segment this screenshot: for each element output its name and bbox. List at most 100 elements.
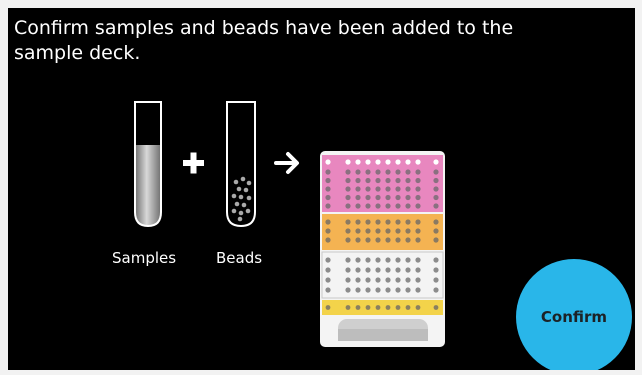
deck-well <box>433 159 439 165</box>
deck-well <box>433 305 439 310</box>
deck-well <box>355 219 361 225</box>
deck-well <box>325 237 331 243</box>
deck-well <box>385 203 391 209</box>
deck-well <box>395 257 401 263</box>
deck-well <box>345 267 351 273</box>
samples-label: Samples <box>112 249 177 267</box>
deck-well <box>415 169 421 175</box>
confirm-button[interactable]: Confirm <box>516 259 632 370</box>
deck-well <box>355 305 361 310</box>
deck-well <box>395 287 401 293</box>
screen: Confirm samples and beads have been adde… <box>8 8 635 370</box>
deck-well <box>345 277 351 283</box>
deck-well <box>385 219 391 225</box>
deck-well <box>405 203 411 209</box>
deck-well <box>325 287 331 293</box>
deck-well <box>395 194 401 201</box>
deck-well <box>405 228 411 234</box>
deck-well <box>325 305 331 310</box>
deck-well <box>345 203 351 209</box>
deck-well <box>375 277 381 283</box>
deck-well <box>385 237 391 243</box>
deck-well <box>325 257 331 263</box>
deck-well <box>345 177 351 184</box>
deck-well <box>415 287 421 293</box>
deck-well <box>405 267 411 273</box>
deck-well <box>395 159 401 165</box>
deck-well <box>345 219 351 225</box>
deck-well <box>433 277 439 283</box>
deck-well <box>385 257 391 263</box>
deck-well <box>325 277 331 283</box>
deck-well <box>433 203 439 209</box>
deck-well <box>375 169 381 175</box>
deck-well <box>345 186 351 192</box>
deck-well <box>395 169 401 175</box>
deck-well <box>395 237 401 243</box>
deck-well <box>325 186 331 192</box>
deck-well <box>375 159 381 165</box>
deck-well <box>433 257 439 263</box>
deck-well <box>355 228 361 234</box>
deck-well <box>355 237 361 243</box>
deck-well <box>415 203 421 209</box>
deck-well <box>355 267 361 273</box>
deck-well <box>415 267 421 273</box>
deck-well <box>385 169 391 175</box>
deck-well <box>365 267 371 273</box>
deck-well <box>375 177 381 184</box>
deck-well <box>405 169 411 175</box>
deck-well <box>355 186 361 192</box>
deck-well <box>325 169 331 175</box>
deck-well <box>375 228 381 234</box>
deck-well <box>365 159 371 165</box>
deck-well <box>415 159 421 165</box>
deck-well <box>365 169 371 175</box>
deck-well <box>395 277 401 283</box>
deck-well <box>385 186 391 192</box>
deck-well <box>395 219 401 225</box>
deck-well <box>365 305 371 310</box>
deck-well <box>385 194 391 201</box>
deck-well <box>375 267 381 273</box>
deck-well <box>405 159 411 165</box>
deck-well <box>355 257 361 263</box>
deck-well <box>433 267 439 273</box>
deck-well <box>433 177 439 184</box>
deck-well <box>375 219 381 225</box>
deck-well <box>365 228 371 234</box>
deck-well <box>415 277 421 283</box>
deck-well <box>405 257 411 263</box>
deck-well <box>405 186 411 192</box>
deck-well <box>395 267 401 273</box>
deck-well <box>325 219 331 225</box>
deck-well <box>325 194 331 201</box>
deck-well <box>325 228 331 234</box>
deck-well <box>405 237 411 243</box>
deck-well <box>415 186 421 192</box>
deck-well <box>345 194 351 201</box>
deck-well <box>365 287 371 293</box>
deck-well <box>415 228 421 234</box>
deck-well <box>415 177 421 184</box>
deck-well <box>365 177 371 184</box>
deck-well <box>395 228 401 234</box>
deck-well <box>395 177 401 184</box>
beads-label: Beads <box>216 249 263 267</box>
deck-well <box>365 257 371 263</box>
arrow-right-icon <box>274 152 299 174</box>
deck-well <box>355 177 361 184</box>
confirm-button-label: Confirm <box>540 308 608 326</box>
deck-well <box>345 237 351 243</box>
deck-well <box>385 287 391 293</box>
deck-well <box>433 287 439 293</box>
deck-well <box>365 186 371 192</box>
deck-well <box>415 219 421 225</box>
deck-well <box>365 203 371 209</box>
plus-icon <box>183 152 204 174</box>
deck-well <box>345 159 351 165</box>
deck-well <box>365 219 371 225</box>
deck-well <box>365 237 371 243</box>
deck-well <box>375 194 381 201</box>
deck-well <box>415 194 421 201</box>
